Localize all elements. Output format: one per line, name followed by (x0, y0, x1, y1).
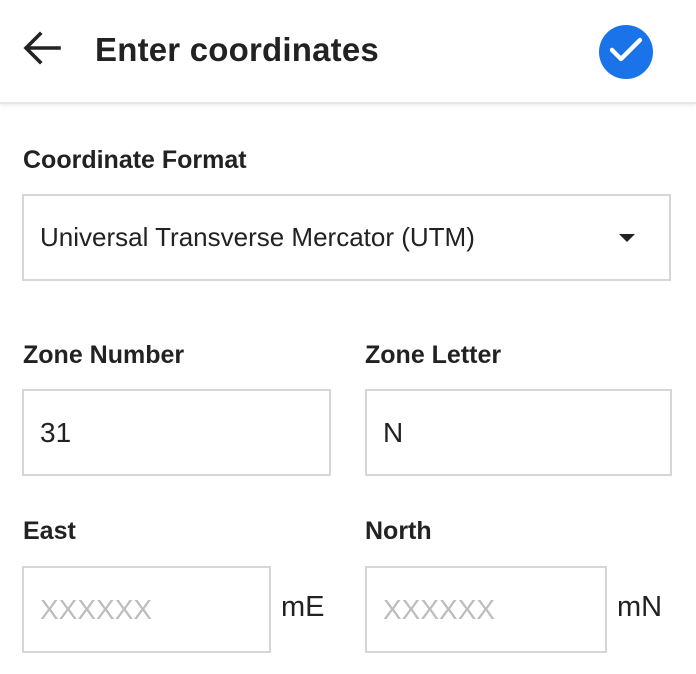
east-unit: mE (281, 591, 325, 623)
coordinate-format-select[interactable]: Universal Transverse Mercator (UTM) (22, 194, 671, 281)
north-label: North (365, 517, 432, 545)
check-icon (609, 36, 643, 69)
page-title: Enter coordinates (95, 31, 379, 68)
dropdown-caret-icon (619, 233, 635, 242)
zone-number-input[interactable] (40, 416, 329, 449)
coordinate-format-label: Coordinate Format (23, 146, 247, 174)
zone-letter-label: Zone Letter (365, 341, 502, 369)
north-unit: mN (617, 591, 663, 623)
coordinate-format-value: Universal Transverse Mercator (UTM) (40, 222, 475, 252)
zone-letter-input[interactable] (383, 416, 670, 449)
back-button[interactable] (18, 26, 66, 74)
app-bar: Enter coordinates (0, 0, 696, 104)
zone-number-label: Zone Number (23, 341, 185, 369)
arrow-left-icon (23, 30, 61, 70)
east-input[interactable] (40, 593, 269, 626)
zone-letter-field[interactable] (365, 389, 672, 476)
east-label: East (23, 517, 76, 545)
zone-number-field[interactable] (22, 389, 331, 476)
east-field[interactable] (22, 566, 271, 653)
confirm-button[interactable] (599, 25, 653, 79)
north-input[interactable] (383, 593, 605, 626)
north-field[interactable] (365, 566, 607, 653)
